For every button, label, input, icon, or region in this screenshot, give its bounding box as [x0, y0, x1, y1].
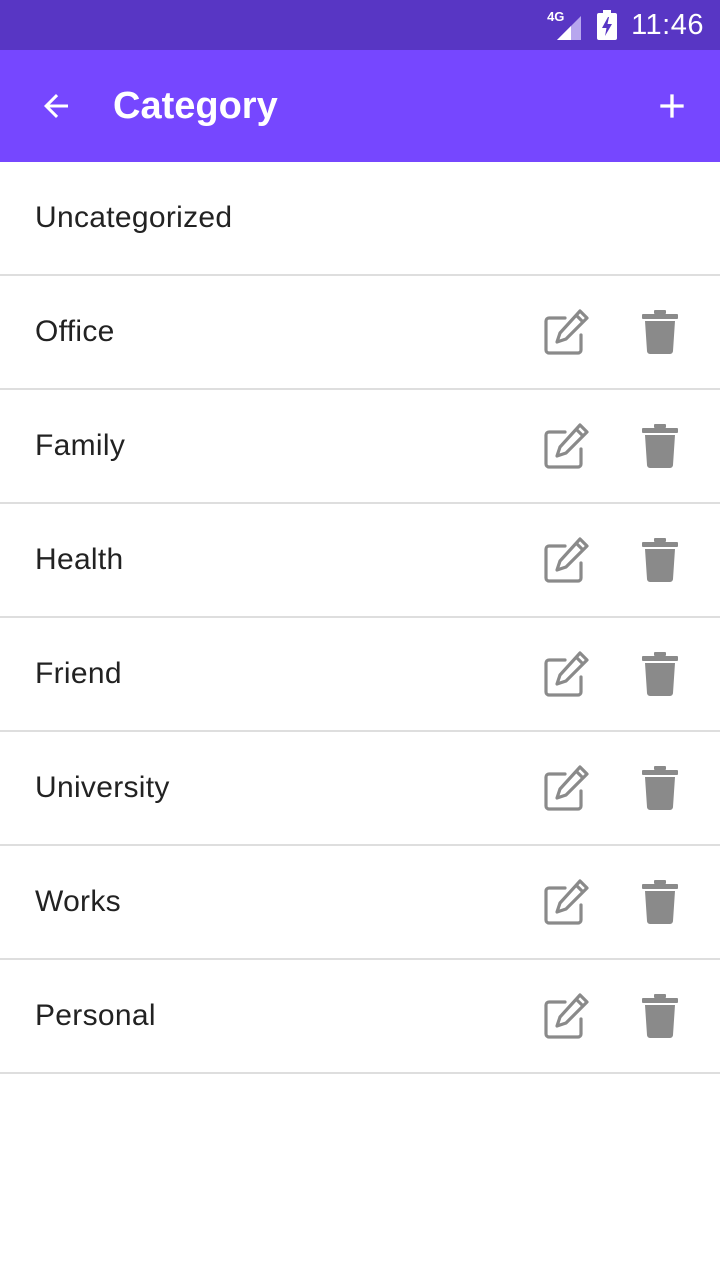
delete-button[interactable] — [630, 986, 690, 1046]
row-actions — [537, 846, 690, 958]
row-actions — [537, 732, 690, 844]
category-row-office[interactable]: Office — [0, 276, 720, 390]
category-label: Uncategorized — [35, 201, 233, 234]
back-button[interactable] — [22, 72, 90, 140]
battery-charging-icon — [597, 10, 618, 40]
add-category-button[interactable] — [638, 72, 706, 140]
edit-icon — [544, 309, 589, 355]
category-label: Friend — [35, 657, 122, 690]
category-label: University — [35, 771, 170, 804]
category-label: Office — [35, 315, 115, 348]
edit-button[interactable] — [537, 986, 597, 1046]
trash-icon — [642, 310, 678, 354]
page-title: Category — [113, 85, 278, 127]
row-actions — [537, 276, 690, 388]
row-actions — [537, 390, 690, 502]
trash-icon — [642, 538, 678, 582]
status-bar: 4G 11:46 — [0, 0, 720, 50]
category-row-uncategorized[interactable]: Uncategorized — [0, 162, 720, 276]
cell-signal-icon — [557, 16, 582, 40]
category-row-works[interactable]: Works — [0, 846, 720, 960]
trash-icon — [642, 766, 678, 810]
category-row-health[interactable]: Health — [0, 504, 720, 618]
category-label: Family — [35, 429, 126, 462]
edit-icon — [544, 537, 589, 583]
row-actions — [537, 960, 690, 1072]
row-actions — [537, 618, 690, 730]
app-bar: Category — [0, 50, 720, 162]
edit-button[interactable] — [537, 872, 597, 932]
edit-button[interactable] — [537, 302, 597, 362]
category-list: Uncategorized Office Family Health Frien… — [0, 162, 720, 1074]
category-row-family[interactable]: Family — [0, 390, 720, 504]
delete-button[interactable] — [630, 416, 690, 476]
arrow-left-icon — [44, 94, 68, 118]
edit-button[interactable] — [537, 416, 597, 476]
delete-button[interactable] — [630, 530, 690, 590]
plus-icon — [660, 94, 684, 118]
status-icons: 4G 11:46 — [547, 0, 704, 50]
row-actions — [537, 504, 690, 616]
category-row-personal[interactable]: Personal — [0, 960, 720, 1074]
category-row-friend[interactable]: Friend — [0, 618, 720, 732]
edit-button[interactable] — [537, 644, 597, 704]
delete-button[interactable] — [630, 872, 690, 932]
edit-icon — [544, 765, 589, 811]
edit-icon — [544, 423, 589, 469]
edit-icon — [544, 879, 589, 925]
category-label: Health — [35, 543, 124, 576]
trash-icon — [642, 424, 678, 468]
trash-icon — [642, 880, 678, 924]
clock: 11:46 — [631, 8, 704, 41]
edit-icon — [544, 651, 589, 697]
edit-button[interactable] — [537, 758, 597, 818]
trash-icon — [642, 652, 678, 696]
delete-button[interactable] — [630, 644, 690, 704]
edit-icon — [544, 993, 589, 1039]
trash-icon — [642, 994, 678, 1038]
category-row-university[interactable]: University — [0, 732, 720, 846]
category-label: Works — [35, 885, 121, 918]
delete-button[interactable] — [630, 758, 690, 818]
delete-button[interactable] — [630, 302, 690, 362]
signal-indicator: 4G — [547, 10, 583, 40]
category-label: Personal — [35, 999, 156, 1032]
edit-button[interactable] — [537, 530, 597, 590]
